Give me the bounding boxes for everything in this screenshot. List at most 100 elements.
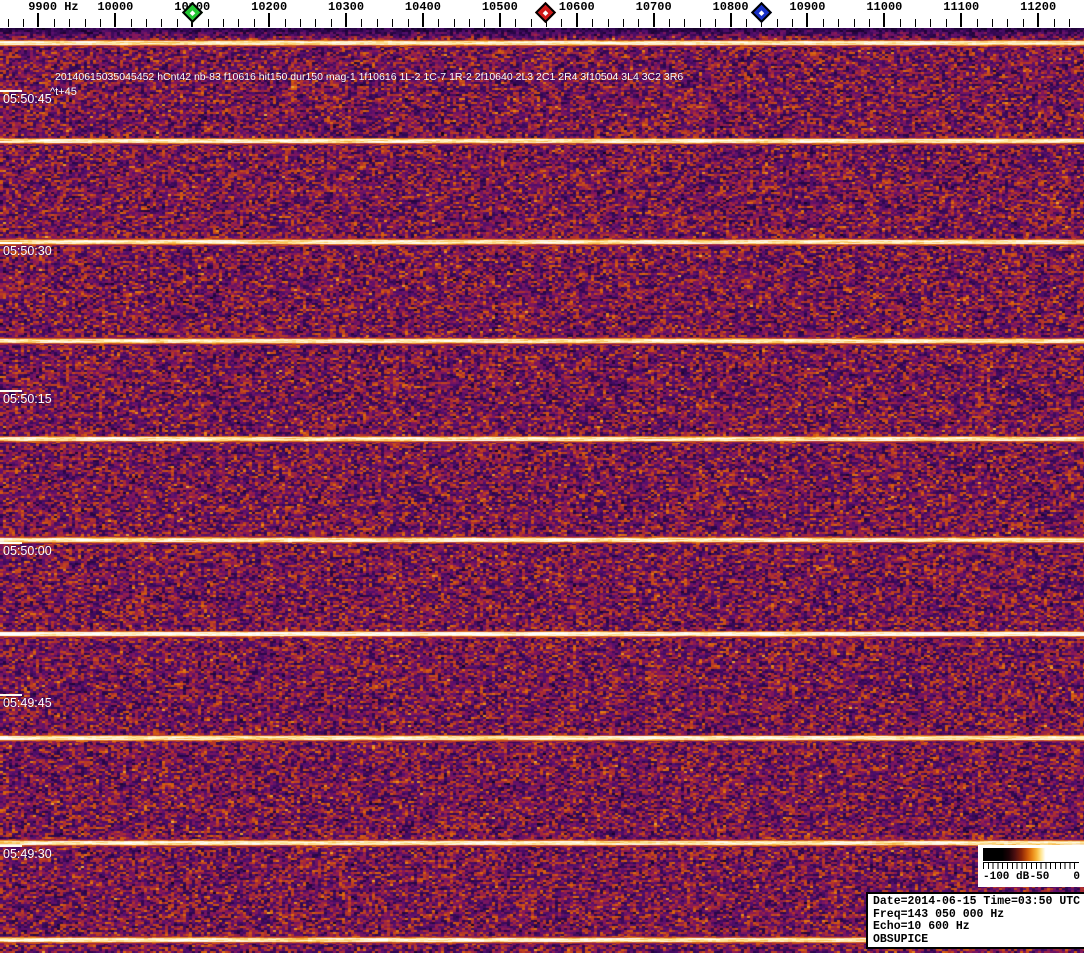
freq-minor-tick <box>1023 19 1024 27</box>
freq-minor-tick <box>854 19 855 27</box>
freq-minor-tick <box>131 19 132 27</box>
freq-major-tick <box>37 13 39 27</box>
freq-minor-tick <box>900 19 901 27</box>
freq-minor-tick <box>515 19 516 27</box>
db-color-scale: -100 dB -50 0 <box>978 845 1084 887</box>
freq-minor-tick <box>208 19 209 27</box>
freq-minor-tick <box>408 19 409 27</box>
freq-minor-tick <box>300 19 301 27</box>
freq-label: 10400 <box>405 0 441 14</box>
freq-minor-tick <box>1054 19 1055 27</box>
freq-minor-tick <box>85 19 86 27</box>
freq-minor-tick <box>331 19 332 27</box>
freq-minor-tick <box>100 19 101 27</box>
freq-minor-tick <box>684 19 685 27</box>
event-time-marker: ^t+45 <box>50 86 77 98</box>
freq-minor-tick <box>715 19 716 27</box>
freq-minor-tick <box>823 19 824 27</box>
freq-minor-tick <box>977 19 978 27</box>
freq-minor-tick <box>1007 19 1008 27</box>
freq-minor-tick <box>315 19 316 27</box>
freq-minor-tick <box>792 19 793 27</box>
freq-minor-tick <box>392 19 393 27</box>
station-info-box: Date=2014-06-15 Time=03:50 UTC Freq=143 … <box>866 892 1084 949</box>
color-gradient-bar <box>983 848 1079 861</box>
freq-minor-tick <box>223 19 224 27</box>
freq-label: 10800 <box>713 0 749 14</box>
freq-label: 9900 Hz <box>28 0 78 14</box>
freq-major-tick <box>653 13 655 27</box>
freq-major-tick <box>345 13 347 27</box>
freq-minor-tick <box>700 19 701 27</box>
time-label: 05:50:45 <box>3 92 52 106</box>
freq-label: 10600 <box>559 0 595 14</box>
freq-minor-tick <box>992 19 993 27</box>
freq-major-tick <box>499 13 501 27</box>
freq-minor-tick <box>361 19 362 27</box>
freq-minor-tick <box>746 19 747 27</box>
frequency-axis: 9900 Hz100001010010200103001040010500106… <box>0 0 1084 28</box>
freq-minor-tick <box>592 19 593 27</box>
scale-label-max: 0 <box>1073 871 1080 883</box>
freq-label: 10300 <box>328 0 364 14</box>
freq-minor-tick <box>54 19 55 27</box>
info-date-time: Date=2014-06-15 Time=03:50 UTC <box>873 896 1084 909</box>
freq-minor-tick <box>623 19 624 27</box>
freq-label: 10900 <box>789 0 825 14</box>
freq-minor-tick <box>1069 19 1070 27</box>
freq-label: 10700 <box>636 0 672 14</box>
freq-minor-tick <box>238 19 239 27</box>
freq-major-tick <box>268 13 270 27</box>
freq-minor-tick <box>531 19 532 27</box>
freq-minor-tick <box>23 19 24 27</box>
freq-minor-tick <box>146 19 147 27</box>
freq-major-tick <box>422 13 424 27</box>
freq-minor-tick <box>69 19 70 27</box>
freq-minor-tick <box>561 19 562 27</box>
scale-tick-marks <box>983 862 1079 869</box>
freq-label: 10500 <box>482 0 518 14</box>
scale-label-min: -100 dB <box>983 871 1029 883</box>
spectrogram-window: 9900 Hz100001010010200103001040010500106… <box>0 0 1084 953</box>
freq-minor-tick <box>8 19 9 27</box>
freq-minor-tick <box>869 19 870 27</box>
time-label: 05:50:30 <box>3 244 52 258</box>
scale-label-mid: -50 <box>1030 871 1050 883</box>
freq-minor-tick <box>838 19 839 27</box>
freq-minor-tick <box>915 19 916 27</box>
spectrogram-canvas <box>0 28 1084 953</box>
freq-major-tick <box>883 13 885 27</box>
freq-minor-tick <box>161 19 162 27</box>
info-echo: Echo=10 600 Hz <box>873 921 1084 934</box>
freq-minor-tick <box>177 19 178 27</box>
freq-major-tick <box>1037 13 1039 27</box>
freq-minor-tick <box>454 19 455 27</box>
detection-annotation: 20140615035045452 hCnt42 nb-83 f10616 hi… <box>55 71 683 83</box>
freq-major-tick <box>960 13 962 27</box>
time-label: 05:50:15 <box>3 392 52 406</box>
freq-minor-tick <box>438 19 439 27</box>
freq-label: 10200 <box>251 0 287 14</box>
time-label: 05:49:30 <box>3 847 52 861</box>
freq-minor-tick <box>377 19 378 27</box>
freq-minor-tick <box>669 19 670 27</box>
marker-center-dot <box>189 10 195 16</box>
freq-label: 10000 <box>97 0 133 14</box>
time-label: 05:49:45 <box>3 696 52 710</box>
scale-labels: -100 dB -50 0 <box>978 871 1084 885</box>
freq-major-tick <box>806 13 808 27</box>
freq-minor-tick <box>254 19 255 27</box>
freq-major-tick <box>114 13 116 27</box>
blue-diamond-marker <box>751 2 772 23</box>
freq-label: 11000 <box>866 0 902 14</box>
freq-minor-tick <box>638 19 639 27</box>
marker-center-dot <box>543 10 549 16</box>
freq-minor-tick <box>946 19 947 27</box>
freq-label: 11200 <box>1020 0 1056 14</box>
time-label: 05:50:00 <box>3 544 52 558</box>
info-station: OBSUPICE <box>873 934 1084 947</box>
freq-major-tick <box>730 13 732 27</box>
freq-minor-tick <box>469 19 470 27</box>
freq-minor-tick <box>930 19 931 27</box>
freq-minor-tick <box>608 19 609 27</box>
